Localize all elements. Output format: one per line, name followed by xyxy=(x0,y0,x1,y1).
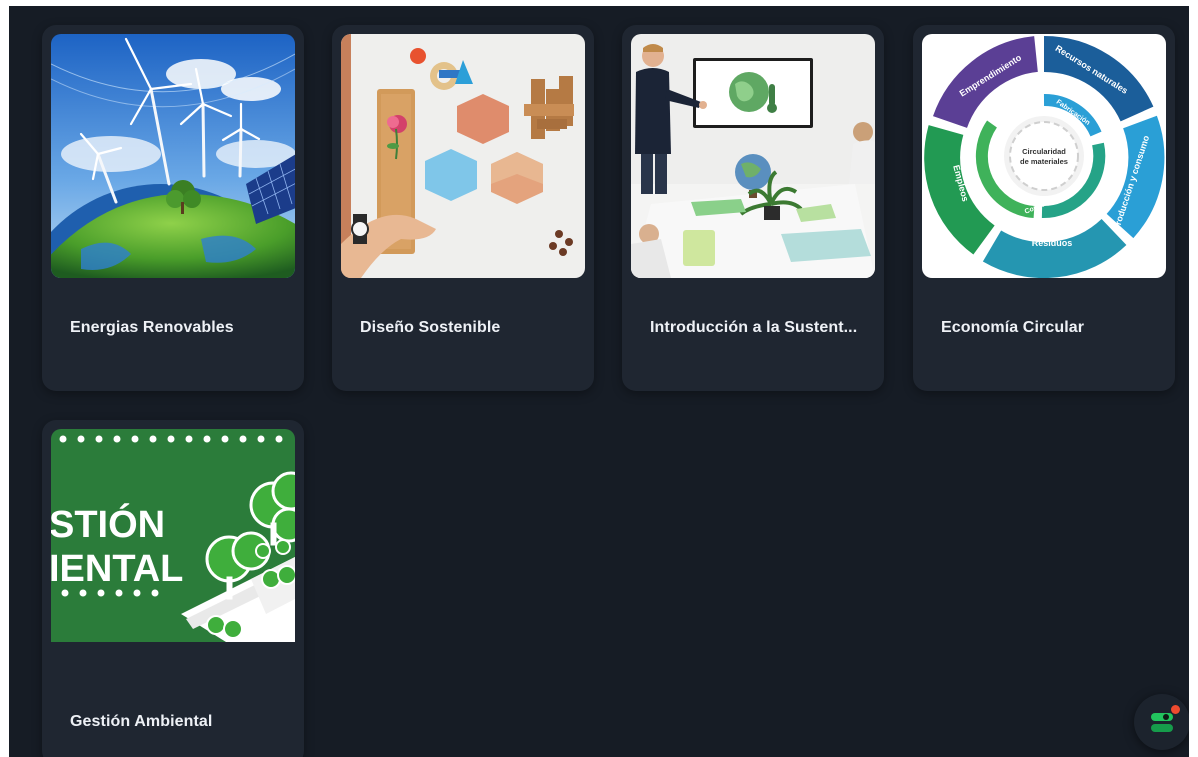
course-card-energias-renovables[interactable]: Energias Renovables xyxy=(42,25,304,391)
course-thumbnail-wind-turbines xyxy=(51,34,295,278)
course-thumbnail-materials xyxy=(341,34,585,278)
course-grid: Energias Renovables Diseño Sostenible In… xyxy=(9,6,1189,757)
diagram-center-label-2: de materiales xyxy=(1020,157,1068,166)
course-thumbnail-presentation xyxy=(631,34,875,278)
toggle-icon xyxy=(1151,713,1173,733)
course-title: Gestión Ambiental xyxy=(70,713,213,730)
diagram-label-residuos: Residuos xyxy=(1032,238,1073,248)
course-card-introduccion-sustentabilidad[interactable]: Introducción a la Sustent... xyxy=(622,25,884,391)
course-thumbnail-gestion-banner: STIÓN IENTAL xyxy=(51,429,295,642)
notification-dot xyxy=(1171,705,1180,714)
course-card-gestion-ambiental[interactable]: STIÓN IENTAL Gestión Ambiental xyxy=(42,420,304,757)
course-card-economia-circular[interactable]: Circularidad de materiales Recursos natu… xyxy=(913,25,1175,391)
course-title: Energias Renovables xyxy=(70,319,234,336)
diagram-center-label-1: Circularidad xyxy=(1022,147,1066,156)
course-card-diseno-sostenible[interactable]: Diseño Sostenible xyxy=(332,25,594,391)
course-thumbnail-circular-diagram: Circularidad de materiales Recursos natu… xyxy=(922,34,1166,278)
floating-widget-button[interactable] xyxy=(1134,694,1189,750)
banner-text-line1: STIÓN xyxy=(51,502,165,546)
course-title: Introducción a la Sustent... xyxy=(650,319,858,336)
course-title: Diseño Sostenible xyxy=(360,319,501,336)
banner-text-line2: IENTAL xyxy=(51,548,183,590)
course-title: Economía Circular xyxy=(941,319,1085,336)
